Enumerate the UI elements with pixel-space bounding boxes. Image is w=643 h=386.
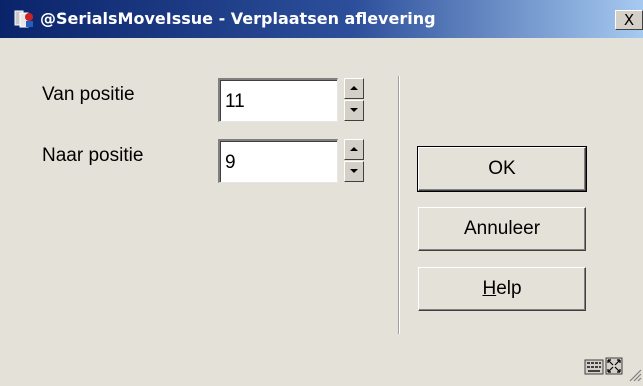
arrow-up-icon (350, 86, 358, 90)
resize-grip-icon[interactable] (626, 366, 642, 386)
from-position-value: 11 (225, 91, 245, 112)
help-label-rest: elp (496, 278, 522, 299)
ok-button[interactable]: OK (417, 146, 587, 192)
window-title: @SerialsMoveIssue - Verplaatsen afleveri… (40, 9, 436, 28)
from-position-down-button[interactable] (344, 100, 364, 121)
arrow-down-icon (350, 169, 358, 173)
from-position-input[interactable]: 11 (218, 78, 338, 122)
vertical-divider (398, 76, 399, 334)
to-position-up-button[interactable] (344, 139, 364, 160)
from-position-label: Van positie (42, 84, 135, 105)
to-position-input[interactable]: 9 (218, 139, 338, 183)
help-accelerator: H (482, 278, 497, 299)
arrow-down-icon (350, 108, 358, 112)
to-position-label: Naar positie (42, 145, 144, 166)
help-button[interactable]: Help (418, 267, 586, 311)
to-position-down-button[interactable] (344, 161, 364, 182)
close-button[interactable]: X (615, 10, 643, 30)
arrow-up-icon (350, 147, 358, 151)
title-bar: @SerialsMoveIssue - Verplaatsen afleveri… (0, 0, 643, 38)
cancel-button[interactable]: Annuleer (418, 207, 586, 251)
keyboard-icon[interactable] (584, 359, 604, 375)
to-position-value: 9 (225, 152, 236, 173)
app-icon (14, 9, 36, 29)
fullscreen-icon[interactable] (605, 357, 623, 375)
from-position-up-button[interactable] (344, 78, 364, 99)
status-bar-icons (584, 355, 624, 381)
